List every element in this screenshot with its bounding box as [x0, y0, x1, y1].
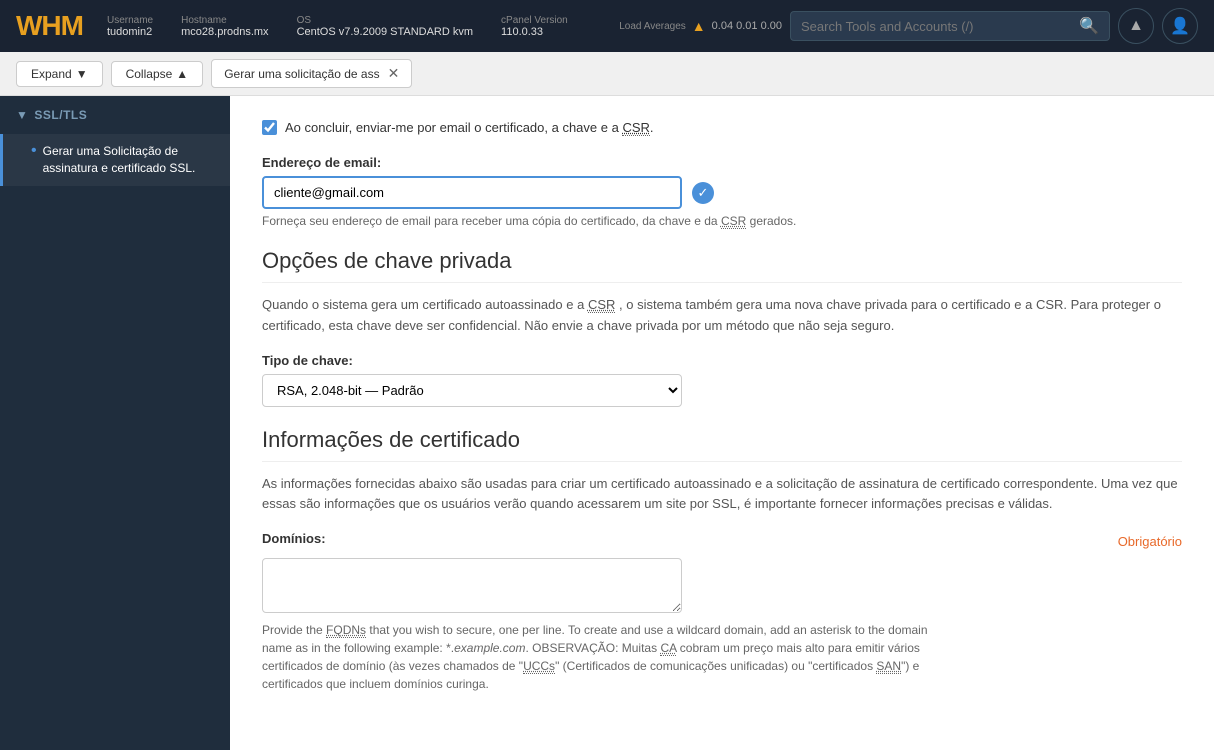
- ca-abbr: CA: [660, 641, 676, 656]
- email-field-row: ✓: [262, 176, 1182, 209]
- domains-label-row: Domínios: Obrigatório: [262, 531, 1182, 552]
- csr-desc-abbr: CSR: [588, 297, 615, 313]
- cert-info-section-title: Informações de certificado: [262, 427, 1182, 462]
- key-type-field-group: Tipo de chave: RSA, 2.048-bit — Padrão R…: [262, 353, 1182, 407]
- meta-hostname: Hostname mco28.prodns.mx: [181, 15, 268, 38]
- domains-required-badge: Obrigatório: [1118, 534, 1182, 549]
- domains-textarea[interactable]: [262, 558, 682, 613]
- load-averages: Load Averages ▲ 0.04 0.01 0.00: [619, 18, 782, 34]
- main-layout: ▼ SSL/TLS • Gerar uma Solicitação de ass…: [0, 96, 1214, 750]
- breadcrumb-tag: Gerar uma solicitação de ass ✕: [211, 59, 412, 88]
- email-checkbox-row: Ao concluir, enviar-me por email o certi…: [262, 120, 1182, 135]
- search-button[interactable]: 🔍: [1079, 16, 1099, 36]
- email-input[interactable]: [262, 176, 682, 209]
- meta-cpanel-version: cPanel Version 110.0.33: [501, 15, 568, 38]
- toolbar: Expand ▼ Collapse ▲ Gerar uma solicitaçã…: [0, 52, 1214, 96]
- email-field-group: Endereço de email: ✓ Forneça seu endereç…: [262, 155, 1182, 228]
- uccs-abbr: UCCs: [523, 659, 555, 674]
- expand-button[interactable]: Expand ▼: [16, 61, 103, 87]
- csr-hint-abbr: CSR: [721, 214, 746, 229]
- example-domain: example.com: [454, 641, 525, 655]
- notifications-button[interactable]: ▲: [1118, 8, 1154, 44]
- system-meta: Username tudomin2 Hostname mco28.prodns.…: [107, 15, 607, 38]
- search-area: Load Averages ▲ 0.04 0.01 0.00 🔍 ▲ 👤: [607, 8, 1198, 44]
- fqdns-abbr: FQDNs: [326, 623, 366, 638]
- content-area: Ao concluir, enviar-me por email o certi…: [230, 96, 1214, 750]
- san-abbr: SAN: [876, 659, 901, 674]
- meta-os: OS CentOS v7.9.2009 STANDARD kvm: [297, 15, 473, 38]
- collapse-icon: ▲: [176, 67, 188, 81]
- email-valid-icon: ✓: [692, 182, 714, 204]
- key-type-label: Tipo de chave:: [262, 353, 1182, 368]
- active-dot-icon: •: [31, 143, 37, 159]
- close-breadcrumb-button[interactable]: ✕: [388, 65, 400, 82]
- email-hint: Forneça seu endereço de email para receb…: [262, 214, 1182, 228]
- collapse-button[interactable]: Collapse ▲: [111, 61, 204, 87]
- email-label: Endereço de email:: [262, 155, 1182, 170]
- private-key-section-title: Opções de chave privada: [262, 248, 1182, 283]
- meta-username: Username tudomin2: [107, 15, 153, 38]
- whm-logo: WHM: [16, 10, 83, 42]
- sidebar-item-generate-ssl[interactable]: • Gerar uma Solicitação de assinatura e …: [0, 134, 230, 186]
- chevron-down-icon: ▼: [16, 108, 28, 122]
- private-key-desc: Quando o sistema gera um certificado aut…: [262, 295, 1182, 337]
- key-type-select[interactable]: RSA, 2.048-bit — Padrão RSA, 4.096-bit E…: [262, 374, 682, 407]
- domains-hint: Provide the FQDNs that you wish to secur…: [262, 621, 942, 693]
- search-input[interactable]: [801, 19, 1079, 34]
- load-avg-arrow-icon: ▲: [692, 18, 706, 34]
- cert-info-desc: As informações fornecidas abaixo são usa…: [262, 474, 1182, 516]
- email-checkbox-label: Ao concluir, enviar-me por email o certi…: [285, 120, 654, 135]
- sidebar-section-ssl-tls[interactable]: ▼ SSL/TLS: [0, 96, 230, 134]
- sidebar: ▼ SSL/TLS • Gerar uma Solicitação de ass…: [0, 96, 230, 750]
- topbar: WHM Username tudomin2 Hostname mco28.pro…: [0, 0, 1214, 52]
- email-checkbox[interactable]: [262, 120, 277, 135]
- domains-label: Domínios:: [262, 531, 326, 546]
- expand-icon: ▼: [76, 67, 88, 81]
- csr-abbr: CSR: [622, 120, 649, 136]
- user-account-button[interactable]: 👤: [1162, 8, 1198, 44]
- domains-field-group: Domínios: Obrigatório Provide the FQDNs …: [262, 531, 1182, 693]
- search-box[interactable]: 🔍: [790, 11, 1110, 41]
